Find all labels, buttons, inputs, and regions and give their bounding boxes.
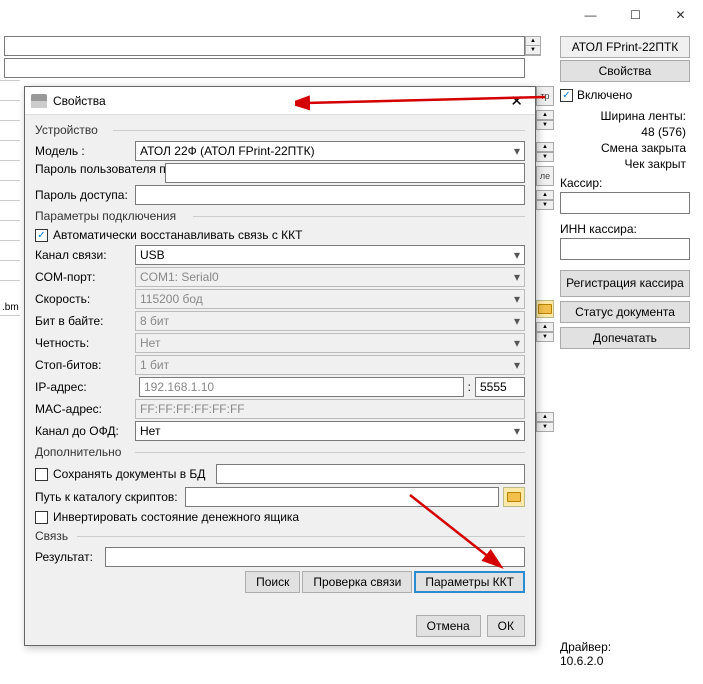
side-tr: тр: [536, 86, 554, 106]
com-port-label: COM-порт:: [35, 270, 135, 284]
doc-status-button[interactable]: Статус документа: [560, 301, 690, 323]
dialog-title: Свойства: [53, 94, 106, 108]
invert-drawer-checkbox[interactable]: [35, 511, 48, 524]
properties-button[interactable]: Свойства: [560, 60, 690, 82]
bit-label: Бит в байте:: [35, 314, 135, 328]
mac-label: MAC-адрес:: [35, 402, 135, 416]
side-folder-icon[interactable]: [536, 300, 554, 318]
device-group: Устройство: [35, 121, 525, 139]
auto-reconnect-label: Автоматически восстанавливать связь с КК…: [53, 228, 302, 242]
access-password-label: Пароль доступа:: [35, 188, 135, 202]
invert-drawer-label: Инвертировать состояние денежного ящика: [53, 510, 299, 524]
search-button[interactable]: Поиск: [245, 571, 300, 593]
top-input-1[interactable]: [4, 36, 525, 56]
register-cashier-button[interactable]: Регистрация кассира: [560, 270, 690, 297]
link-group: Связь: [35, 527, 525, 545]
reprint-button[interactable]: Допечатать: [560, 327, 690, 349]
bit-select: 8 бит: [135, 311, 525, 331]
additional-group: Дополнительно: [35, 443, 525, 461]
cashier-input[interactable]: [560, 192, 690, 214]
ip-input[interactable]: 192.168.1.10: [139, 377, 464, 397]
side-spinner-3[interactable]: ▲▼: [536, 190, 554, 210]
mac-input: FF:FF:FF:FF:FF:FF: [135, 399, 525, 419]
access-password-input[interactable]: [135, 185, 525, 205]
inn-label: ИНН кассира:: [560, 218, 690, 238]
channel-select[interactable]: USB: [135, 245, 525, 265]
com-port-select: COM1: Serial0: [135, 267, 525, 287]
shift-status: Смена закрыта: [560, 140, 690, 156]
window-close-button[interactable]: ✕: [658, 0, 703, 30]
save-db-checkbox[interactable]: [35, 468, 48, 481]
tape-width-value: 48 (576): [560, 124, 690, 140]
driver-version: 10.6.2.0: [560, 654, 611, 668]
check-connection-button[interactable]: Проверка связи: [302, 571, 412, 593]
auto-reconnect-checkbox[interactable]: ✓: [35, 229, 48, 242]
printer-icon: [31, 94, 47, 108]
inn-input[interactable]: [560, 238, 690, 260]
save-db-label: Сохранять документы в БД: [53, 467, 205, 481]
user-password-input[interactable]: [165, 163, 525, 183]
window-minimize-button[interactable]: —: [568, 0, 613, 30]
ok-button[interactable]: ОК: [487, 615, 525, 637]
model-select[interactable]: АТОЛ 22Ф (АТОЛ FPrint-22ПТК): [135, 141, 525, 161]
dialog-close-button[interactable]: ✕: [504, 90, 529, 112]
parity-label: Четность:: [35, 336, 135, 350]
ofd-channel-label: Канал до ОФД:: [35, 424, 135, 438]
properties-dialog: Свойства ✕ Устройство Модель : АТОЛ 22Ф …: [24, 86, 536, 646]
user-password-label: Пароль пользователя по умолчанию:: [35, 163, 165, 176]
scripts-path-label: Путь к каталогу скриптов:: [35, 490, 185, 504]
result-input: [105, 547, 525, 567]
cashier-label: Кассир:: [560, 172, 690, 192]
enabled-checkbox[interactable]: ✓: [560, 89, 573, 102]
folder-icon: [507, 492, 521, 502]
check-status: Чек закрыт: [560, 156, 690, 172]
save-db-path-input[interactable]: [216, 464, 525, 484]
driver-label: Драйвер:: [560, 640, 611, 654]
top-spinner[interactable]: ▲▼: [525, 36, 541, 56]
enabled-label: Включено: [577, 88, 632, 102]
window-maximize-button[interactable]: ☐: [613, 0, 658, 30]
bm-label: .bm: [0, 300, 20, 315]
cancel-button[interactable]: Отмена: [416, 615, 481, 637]
speed-select: 115200 бод: [135, 289, 525, 309]
browse-folder-button[interactable]: [503, 487, 525, 507]
ip-label: IP-адрес:: [35, 380, 135, 394]
parity-select: Нет: [135, 333, 525, 353]
scripts-path-input[interactable]: [185, 487, 499, 507]
stopbits-label: Стоп-битов:: [35, 358, 135, 372]
model-label: Модель :: [35, 144, 135, 158]
result-label: Результат:: [35, 550, 105, 564]
tape-width-label: Ширина ленты:: [560, 108, 690, 124]
stopbits-select: 1 бит: [135, 355, 525, 375]
side-spinner-4[interactable]: ▲▼: [536, 322, 554, 342]
top-input-2[interactable]: [4, 58, 525, 78]
connection-group: Параметры подключения: [35, 207, 525, 225]
channel-label: Канал связи:: [35, 248, 135, 262]
side-spinner-5[interactable]: ▲▼: [536, 412, 554, 432]
side-spinner-1[interactable]: ▲▼: [536, 110, 554, 130]
port-input[interactable]: 5555: [475, 377, 525, 397]
side-spinner-2[interactable]: ▲▼: [536, 142, 554, 162]
device-title: АТОЛ FPrint-22ПТК: [560, 36, 690, 58]
ofd-channel-select[interactable]: Нет: [135, 421, 525, 441]
speed-label: Скорость:: [35, 292, 135, 306]
side-le: ле: [536, 166, 554, 186]
kkt-params-button[interactable]: Параметры ККТ: [414, 571, 525, 593]
